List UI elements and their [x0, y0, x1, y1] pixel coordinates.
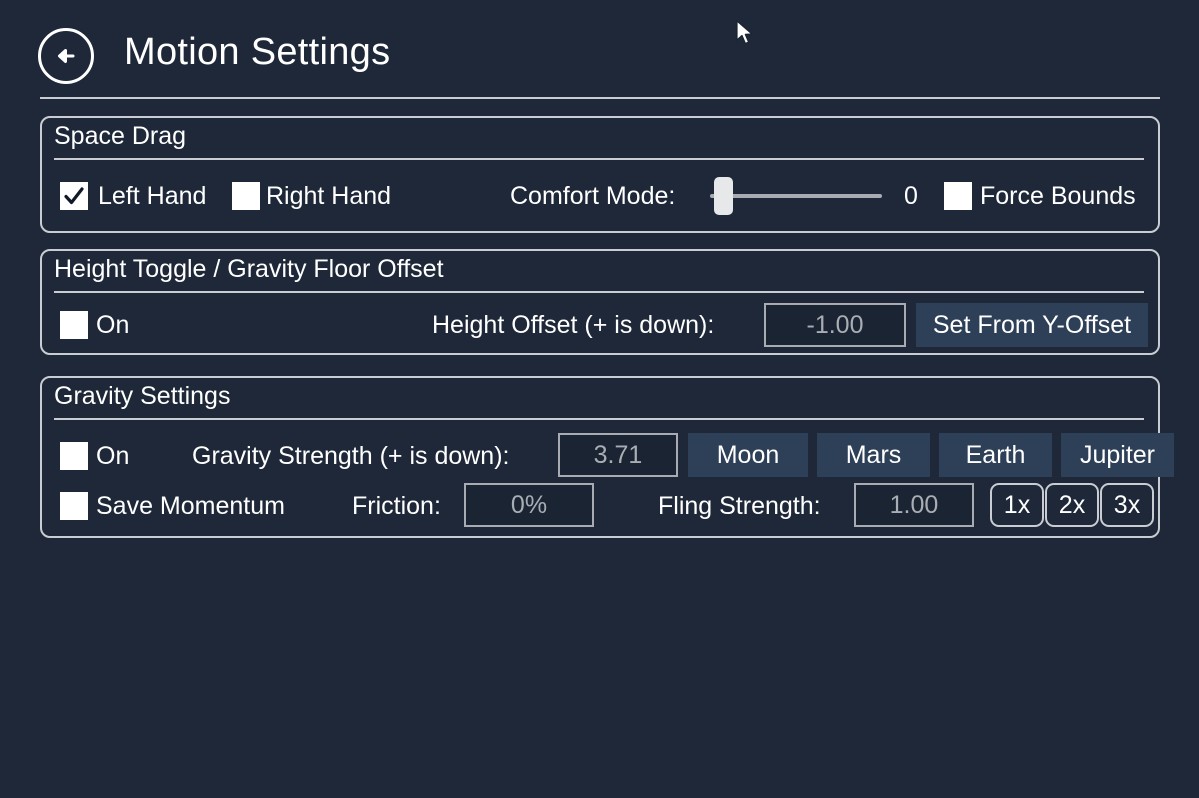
fling-multiplier-2x-label: 2x [1058, 490, 1086, 519]
set-from-y-offset-label: Set From Y-Offset [932, 310, 1132, 339]
input-height-offset[interactable]: -1.00 [764, 303, 906, 347]
input-fling-strength[interactable]: 1.00 [854, 483, 974, 527]
set-from-y-offset-button[interactable]: Set From Y-Offset [916, 303, 1148, 347]
label-left-hand: Left Hand [98, 182, 207, 210]
panel-gravity-settings-title: Gravity Settings [54, 382, 231, 410]
input-friction-value: 0% [510, 490, 548, 519]
label-right-hand: Right Hand [266, 182, 392, 210]
checkbox-left-hand[interactable] [60, 182, 88, 210]
input-height-offset-value: -1.00 [806, 310, 864, 339]
panel-gravity-settings-divider [54, 418, 1144, 420]
label-gravity-strength: Gravity Strength (+ is down): [192, 442, 510, 470]
slider-track [710, 194, 882, 198]
checkbox-gravity-on[interactable] [60, 442, 88, 470]
fling-multiplier-2x-button[interactable]: 2x [1045, 483, 1099, 527]
label-gravity-on: On [96, 442, 130, 470]
arrow-left-circle-icon [51, 41, 81, 71]
checkbox-force-bounds[interactable] [944, 182, 972, 210]
input-friction[interactable]: 0% [464, 483, 594, 527]
panel-space-drag-divider [54, 158, 1144, 160]
checkbox-right-hand[interactable] [232, 182, 260, 210]
preset-button-jupiter[interactable]: Jupiter [1061, 433, 1174, 477]
label-height-offset: Height Offset (+ is down): [432, 311, 715, 339]
label-comfort-mode: Comfort Mode: [510, 182, 676, 210]
preset-button-moon-label: Moon [716, 440, 780, 469]
checkbox-save-momentum[interactable] [60, 492, 88, 520]
input-gravity-strength-value: 3.71 [593, 440, 643, 469]
fling-multiplier-1x-label: 1x [1003, 490, 1031, 519]
input-gravity-strength[interactable]: 3.71 [558, 433, 678, 477]
slider-handle[interactable] [714, 177, 733, 215]
label-height-toggle-on: On [96, 311, 130, 339]
panel-height-toggle-title: Height Toggle / Gravity Floor Offset [54, 255, 444, 283]
label-save-momentum: Save Momentum [96, 492, 285, 520]
panel-space-drag: Space Drag Left Hand Right Hand Comfort … [40, 116, 1160, 233]
label-force-bounds: Force Bounds [980, 182, 1136, 210]
fling-multiplier-3x-label: 3x [1113, 490, 1141, 519]
motion-settings-screen: Motion Settings Space Drag Left Hand Rig… [0, 0, 1199, 798]
checkbox-height-toggle-on[interactable] [60, 311, 88, 339]
panel-height-toggle-divider [54, 291, 1144, 293]
preset-button-jupiter-label: Jupiter [1079, 440, 1156, 469]
page-title: Motion Settings [124, 31, 391, 73]
label-friction: Friction: [352, 492, 441, 520]
check-icon [62, 184, 86, 208]
slider-comfort-mode[interactable] [710, 177, 890, 215]
fling-multiplier-3x-button[interactable]: 3x [1100, 483, 1154, 527]
preset-button-moon[interactable]: Moon [688, 433, 808, 477]
preset-button-mars-label: Mars [845, 440, 902, 469]
label-fling-strength: Fling Strength: [658, 492, 821, 520]
panel-gravity-settings: Gravity Settings On Gravity Strength (+ … [40, 376, 1174, 538]
preset-button-mars[interactable]: Mars [817, 433, 930, 477]
fling-multiplier-1x-button[interactable]: 1x [990, 483, 1044, 527]
value-comfort-mode: 0 [904, 182, 918, 210]
header: Motion Settings [0, 0, 1199, 99]
header-divider [40, 97, 1160, 99]
preset-button-earth-label: Earth [965, 440, 1026, 469]
input-fling-strength-value: 1.00 [889, 490, 939, 519]
preset-button-earth[interactable]: Earth [939, 433, 1052, 477]
panel-space-drag-title: Space Drag [54, 122, 187, 150]
back-button[interactable] [38, 28, 94, 84]
panel-height-toggle: Height Toggle / Gravity Floor Offset On … [40, 249, 1160, 355]
